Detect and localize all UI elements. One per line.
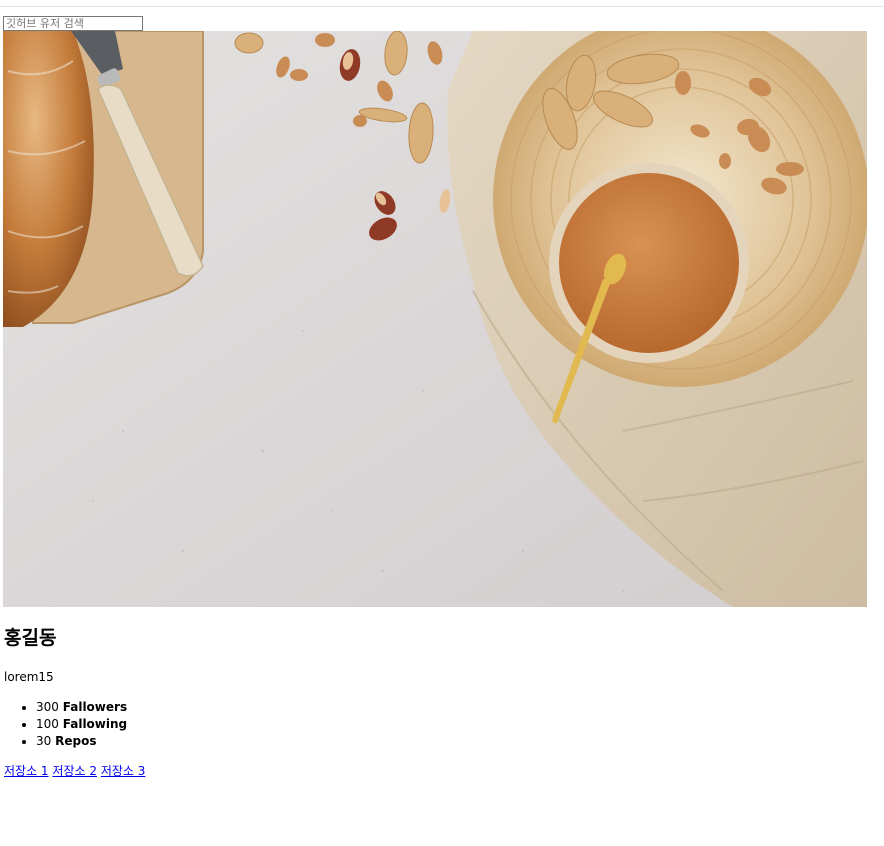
github-user-search-input[interactable]	[3, 16, 143, 31]
stat-followers-label: Fallowers	[62, 700, 128, 714]
stat-repos-value: 30	[36, 734, 52, 748]
repo-link-2[interactable]: 저장소 2	[52, 764, 97, 778]
stat-following-value: 100	[36, 717, 59, 731]
repo-links: 저장소 1 저장소 2 저장소 3	[4, 763, 145, 779]
stat-repos-label: Repos	[55, 734, 97, 748]
repo-link-1[interactable]: 저장소 1	[4, 764, 49, 778]
stat-followers: 300 Fallowers	[36, 699, 127, 716]
user-name: 홍길동	[4, 627, 57, 649]
stat-repos: 30 Repos	[36, 733, 127, 750]
stat-following: 100 Fallowing	[36, 716, 127, 733]
profile-hero-image	[3, 31, 867, 607]
stat-followers-value: 300	[36, 700, 59, 714]
stat-following-label: Fallowing	[62, 717, 128, 731]
repo-link-3[interactable]: 저장소 3	[101, 764, 146, 778]
user-bio: lorem15	[4, 670, 54, 684]
top-divider	[0, 6, 884, 7]
user-stats-list: 300 Fallowers 100 Fallowing 30 Repos	[0, 699, 127, 750]
